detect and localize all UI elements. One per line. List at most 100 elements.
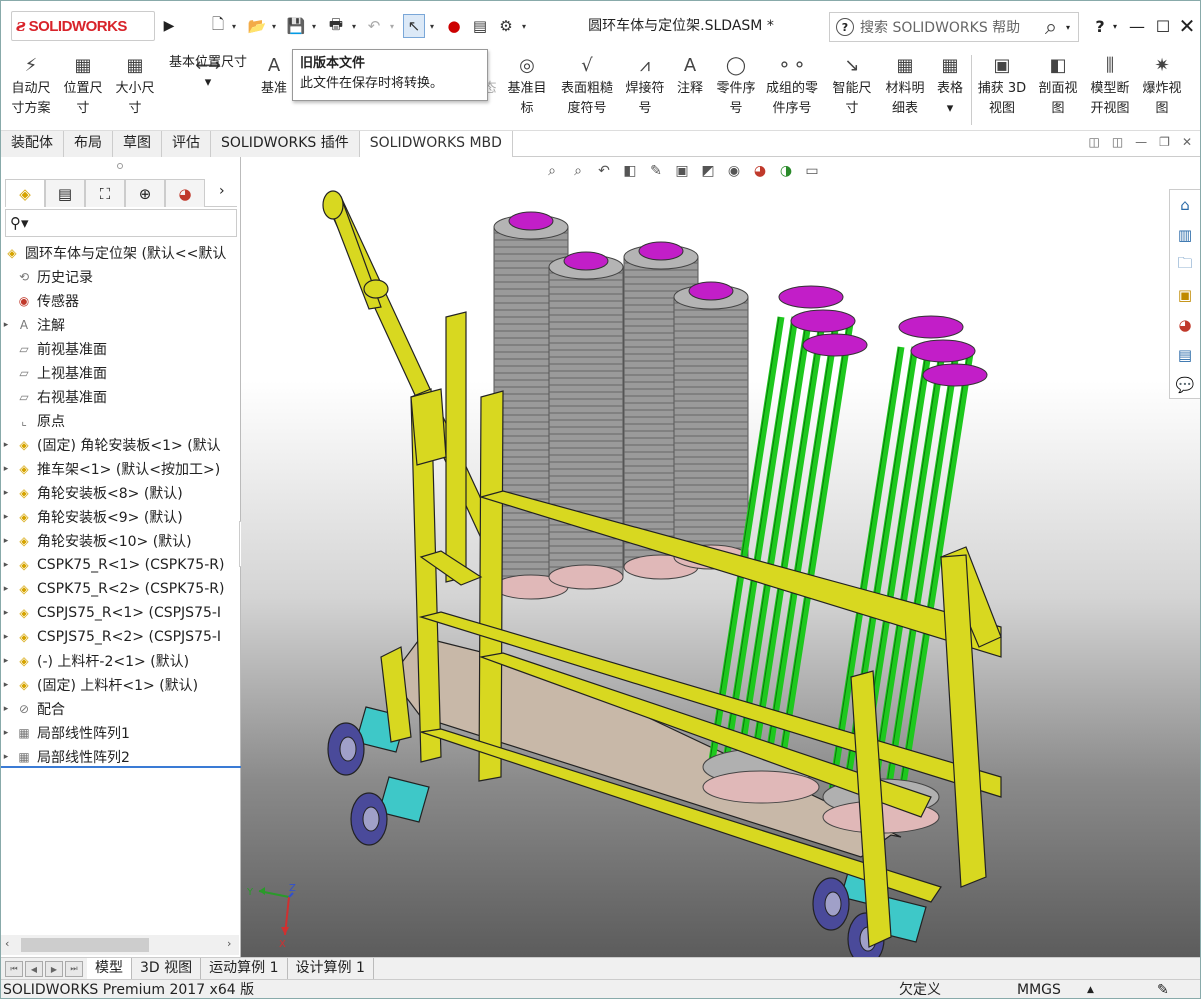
ribbon-break-view-button[interactable]: ⫼ 模型断 开视图	[1087, 53, 1133, 129]
ribbon-datum-button[interactable]: A 基准	[257, 53, 291, 129]
tree-item[interactable]: ▸ ◈ CSPJS75_R<2> (CSPJS75-I	[1, 625, 241, 649]
ribbon-note-button[interactable]: A 注释	[673, 53, 707, 129]
expand-arrow-icon[interactable]: ▸	[1, 728, 11, 738]
design-library-icon[interactable]: ▥	[1172, 222, 1198, 248]
bottom-tab-3[interactable]: 设计算例 1	[288, 958, 374, 980]
command-tab-3[interactable]: 评估	[162, 131, 211, 157]
options-gear-icon[interactable]: ⚙	[495, 14, 517, 38]
last-tab-icon[interactable]: ⏭	[65, 961, 83, 977]
tree-item[interactable]: ▸ ◈ CSPK75_R<2> (CSPK75-R)	[1, 577, 241, 601]
expand-arrow-icon[interactable]: ▸	[1, 704, 11, 714]
minimize-icon[interactable]: —	[1123, 11, 1151, 41]
select-pointer-icon[interactable]: ↖	[403, 14, 425, 38]
bottom-tab-0[interactable]: 模型	[87, 958, 132, 980]
expand-arrow-icon[interactable]: ▸	[1, 560, 11, 570]
search-icon[interactable]: ⌕	[1036, 15, 1066, 40]
ribbon-size-dim-button[interactable]: ▦ 大小尺寸	[113, 53, 157, 129]
tree-rollback-bar[interactable]	[1, 766, 241, 768]
command-tab-0[interactable]: 装配体	[1, 131, 64, 157]
open-file-icon[interactable]: 📂	[245, 14, 269, 38]
ribbon-table-button[interactable]: ▦ 表格 ▾	[933, 53, 967, 129]
first-tab-icon[interactable]: ⏮	[5, 961, 23, 977]
configuration-manager-tab-icon[interactable]: ⛶	[85, 179, 125, 207]
expand-arrow-icon[interactable]: ▸	[1, 488, 11, 498]
help-dropdown-icon[interactable]: ▾	[1109, 11, 1121, 41]
units-menu-icon[interactable]: ▲	[1087, 980, 1094, 998]
select-dropdown-icon[interactable]: ▾	[427, 14, 437, 38]
bottom-tab-1[interactable]: 3D 视图	[132, 958, 202, 980]
file-properties-icon[interactable]: ▤	[469, 14, 491, 38]
expand-arrow-icon[interactable]: ▸	[1, 584, 11, 594]
tree-item[interactable]: ▸ ◈ (固定) 角轮安装板<1> (默认	[1, 433, 241, 457]
new-dropdown-icon[interactable]: ▾	[229, 14, 239, 38]
tree-item[interactable]: ▱ 上视基准面	[1, 361, 241, 385]
save-dropdown-icon[interactable]: ▾	[309, 14, 319, 38]
tree-horizontal-scrollbar[interactable]: ‹ ›	[1, 935, 239, 955]
tree-item[interactable]: ◉ 传感器	[1, 289, 241, 313]
command-tab-5[interactable]: SOLIDWORKS MBD	[359, 131, 513, 157]
ribbon-section-view-button[interactable]: ◧ 剖面视图	[1035, 53, 1081, 129]
unit-system[interactable]: MMGS	[1017, 980, 1061, 998]
tree-item[interactable]: ▸ ◈ 角轮安装板<9> (默认)	[1, 505, 241, 529]
tree-item[interactable]: ▸ ◈ 角轮安装板<8> (默认)	[1, 481, 241, 505]
scroll-left-icon[interactable]: ‹	[5, 937, 9, 950]
ribbon-surface-finish-button[interactable]: √ 表面粗糙 度符号	[557, 53, 617, 129]
command-tab-2[interactable]: 草图	[113, 131, 162, 157]
restore-viewport-icon[interactable]: ◫	[1088, 135, 1099, 149]
tree-item[interactable]: ▸ ◈ CSPK75_R<1> (CSPK75-R)	[1, 553, 241, 577]
expand-arrow-icon[interactable]: ▸	[1, 320, 11, 330]
search-dropdown-icon[interactable]: ▾	[1066, 23, 1078, 32]
new-document-icon[interactable]: 🗋	[207, 14, 229, 38]
tree-item[interactable]: ▸ ▦ 局部线性阵列1	[1, 721, 241, 745]
ribbon-datum-target-button[interactable]: ◎ 基准目标	[504, 53, 550, 129]
menu-expand-arrow-icon[interactable]: ▶	[159, 11, 179, 41]
undo-dropdown-icon[interactable]: ▾	[387, 14, 397, 38]
ribbon-location-dim-button[interactable]: ▦ 位置尺寸	[61, 53, 105, 129]
cart-assembly-model[interactable]	[241, 157, 1201, 957]
tree-root[interactable]: ◈ 圆环车体与定位架 (默认<<默认	[1, 241, 241, 265]
solidworks-logo[interactable]: ƨ SOLIDWORKS	[11, 11, 155, 41]
property-manager-tab-icon[interactable]: ▤	[45, 179, 85, 207]
expand-arrow-icon[interactable]: ▸	[1, 536, 11, 546]
expand-arrow-icon[interactable]: ▸	[1, 440, 11, 450]
expand-arrow-icon[interactable]: ▸	[1, 656, 11, 666]
print-dropdown-icon[interactable]: ▾	[349, 14, 359, 38]
graphics-area[interactable]: ⌕ ⌕ ↶ ◧ ✎ ▣ ◩ ◉ ◕ ◑ ▭ ◫ ◫ — ❐ ✕ Y Z X ⌂ ▥	[241, 135, 1201, 957]
scroll-right-icon[interactable]: ›	[227, 937, 231, 950]
ribbon-basic-location-dim-button[interactable]: ⟷ 基本位置尺寸 ▾	[165, 53, 251, 129]
pane-grip-icon[interactable]	[117, 163, 123, 169]
command-tab-4[interactable]: SOLIDWORKS 插件	[211, 131, 360, 157]
close-viewport-icon[interactable]: ✕	[1182, 135, 1192, 149]
feature-manager-tab-icon[interactable]: ◈	[5, 179, 45, 207]
tree-item[interactable]: ▸ ◈ CSPJS75_R<1> (CSPJS75-I	[1, 601, 241, 625]
ribbon-balloon-button[interactable]: ◯ 零件序号	[713, 53, 759, 129]
undo-icon[interactable]: ↶	[363, 14, 385, 38]
split-viewport-icon[interactable]: ◫	[1112, 135, 1123, 149]
tree-item[interactable]: ▸ ◈ 角轮安装板<10> (默认)	[1, 529, 241, 553]
tree-item[interactable]: ▸ ◈ (-) 上料杆-2<1> (默认)	[1, 649, 241, 673]
file-explorer-icon[interactable]: 🗀	[1172, 252, 1198, 278]
tree-item[interactable]: ▱ 前视基准面	[1, 337, 241, 361]
minimize-viewport-icon[interactable]: —	[1135, 135, 1147, 149]
expand-arrow-icon[interactable]: ▸	[1, 464, 11, 474]
restore-window-icon[interactable]: ❐	[1159, 135, 1170, 149]
tree-item[interactable]: ▸ ⊘ 配合	[1, 697, 241, 721]
ribbon-smart-dim-button[interactable]: ↘ 智能尺寸	[829, 53, 875, 129]
open-dropdown-icon[interactable]: ▾	[269, 14, 279, 38]
tree-item[interactable]: ▸ ◈ (固定) 上料杆<1> (默认)	[1, 673, 241, 697]
tree-item[interactable]: ⟲ 历史记录	[1, 265, 241, 289]
ribbon-auto-balloon-button[interactable]: ⚬⚬ 成组的零 件序号	[763, 53, 821, 129]
prev-tab-icon[interactable]: ◀	[25, 961, 43, 977]
options-dropdown-icon[interactable]: ▾	[519, 14, 529, 38]
tree-item[interactable]: ▸ ◈ 推车架<1> (默认<按加工>)	[1, 457, 241, 481]
expand-arrow-icon[interactable]: ▸	[1, 608, 11, 618]
help-button[interactable]: ?	[1089, 11, 1111, 41]
view-palette-icon[interactable]: ▣	[1172, 282, 1198, 308]
ribbon-bom-button[interactable]: ▦ 材料明 细表	[881, 53, 929, 129]
command-tab-1[interactable]: 布局	[64, 131, 113, 157]
tree-filter[interactable]: ⚲▾	[5, 209, 237, 237]
expand-arrow-icon[interactable]: ▸	[1, 680, 11, 690]
more-tabs-chevron-icon[interactable]: ›	[219, 183, 225, 199]
ribbon-weld-symbol-button[interactable]: ⩘ 焊接符号	[623, 53, 667, 129]
ribbon-capture-3d-button[interactable]: ▣ 捕获 3D 视图	[975, 53, 1029, 129]
